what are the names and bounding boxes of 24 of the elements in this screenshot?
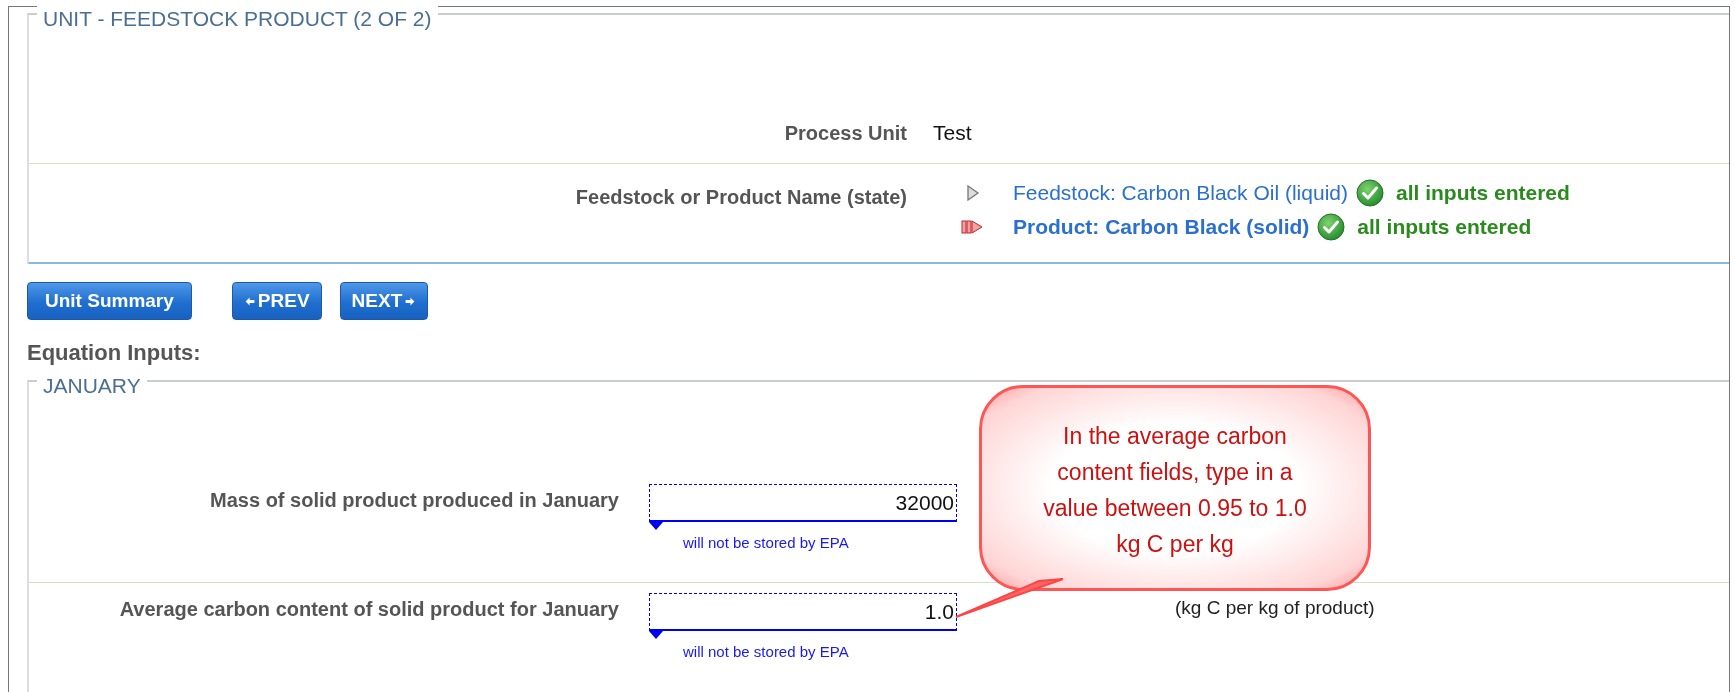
input-field[interactable]: 32000: [649, 484, 957, 522]
hint-text: will not be stored by EPA: [683, 643, 850, 660]
hint-text: will not be stored by EPA: [683, 534, 850, 551]
summary-button[interactable]: Unit Summary: [27, 282, 192, 320]
item-link[interactable]: Feedstock: Carbon Black Oil (liquid): [1013, 181, 1348, 205]
input-field[interactable]: 1.0: [649, 593, 957, 631]
next-button[interactable]: NEXT: [339, 282, 429, 320]
field-label: Process Unit: [783, 122, 907, 145]
item-link[interactable]: Product: Carbon Black (solid): [1013, 215, 1310, 239]
check-icon: [1355, 179, 1384, 207]
panel-title: UNIT - FEEDSTOCK PRODUCT (2 OF 2): [37, 5, 438, 33]
status-text: all inputs entered: [1395, 181, 1570, 205]
field-label: Feedstock or Product Name (state): [574, 185, 907, 209]
triangle-icon: [649, 631, 663, 639]
field-label: Average carbon content of solid product for January: [118, 597, 619, 622]
unit-text: (kg C per kg of product): [1175, 597, 1375, 619]
callout-text: In the average carbon content fields, type in a value between 0.95 to 1.0 kg C per kg: [1042, 422, 1308, 559]
section-title: Equation Inputs:: [27, 340, 202, 366]
check-icon: [1317, 213, 1346, 241]
field-label: Mass of solid product produced in January: [209, 488, 619, 513]
field-value: Test: [933, 121, 972, 145]
prev-button[interactable]: PREV: [231, 282, 322, 320]
status-text: all inputs entered: [1357, 215, 1532, 239]
triangle-icon: [649, 522, 663, 530]
